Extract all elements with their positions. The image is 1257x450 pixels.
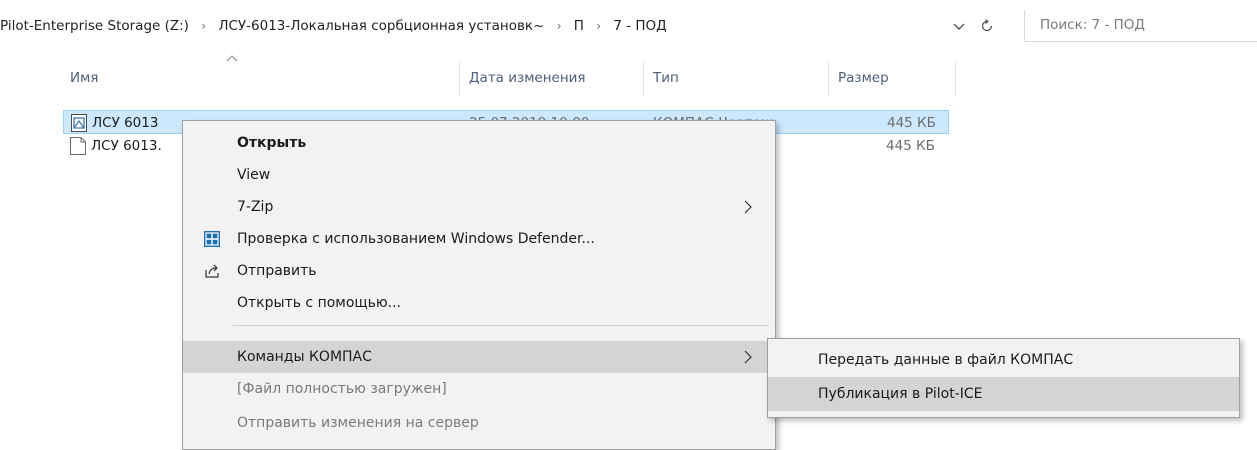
menu-item-label: Отправить изменения на сервер [237, 415, 479, 431]
file-icon [70, 137, 86, 155]
menu-separator [233, 325, 769, 326]
context-menu: Открыть View 7-Zip Проверка с использова… [182, 120, 776, 450]
address-bar[interactable]: Pilot-Enterprise Storage (Z:) › ЛСУ-6013… [0, 14, 667, 38]
column-divider[interactable] [955, 61, 956, 97]
menu-item-share[interactable]: Отправить [183, 255, 775, 287]
column-divider[interactable] [643, 61, 644, 97]
share-icon [205, 264, 219, 278]
breadcrumb-project[interactable]: ЛСУ-6013-Локальная сорбционная установк~ [218, 18, 544, 34]
address-history-dropdown[interactable] [951, 18, 967, 34]
menu-item-label: 7-Zip [237, 199, 274, 215]
menu-item-file-loaded-status: [Файл полностью загружен] [183, 373, 775, 405]
column-header-size[interactable]: Размер [838, 67, 889, 89]
menu-item-open[interactable]: Открыть [183, 127, 775, 159]
menu-item-label: Открыть с помощью... [237, 295, 401, 311]
kompas-submenu: Передать данные в файл КОМПАС Публикация… [767, 338, 1240, 418]
breadcrumb-separator[interactable]: › [557, 19, 562, 33]
file-size: 445 КБ [887, 115, 936, 131]
menu-item-label: Публикация в Pilot-ICE [818, 386, 983, 402]
menu-item-label: [Файл полностью загружен] [237, 381, 447, 397]
column-header-type[interactable]: Тип [653, 67, 679, 89]
column-divider[interactable] [459, 61, 460, 97]
kompas-drawing-icon [71, 114, 87, 132]
menu-item-label: Открыть [237, 135, 307, 151]
breadcrumb-separator[interactable]: › [596, 19, 601, 33]
column-header-date[interactable]: Дата изменения [469, 67, 586, 89]
submenu-item-transfer-to-kompas[interactable]: Передать данные в файл КОМПАС [768, 343, 1239, 377]
search-input[interactable]: Поиск: 7 - ПОД [1024, 10, 1257, 42]
menu-item-label: View [237, 167, 271, 183]
file-name: ЛСУ 6013 [92, 115, 159, 131]
submenu-item-publish-pilot-ice[interactable]: Публикация в Pilot-ICE [768, 377, 1239, 411]
breadcrumb-current[interactable]: 7 - ПОД [613, 18, 666, 34]
menu-item-label: Передать данные в файл КОМПАС [818, 352, 1074, 368]
menu-item-push-changes[interactable]: Отправить изменения на сервер [183, 407, 775, 439]
refresh-icon [981, 19, 993, 32]
windows-defender-icon [204, 231, 220, 247]
menu-item-label: Проверка с использованием Windows Defend… [237, 231, 595, 247]
refresh-button[interactable] [978, 17, 996, 35]
file-size: 445 КБ [886, 138, 935, 154]
search-placeholder: Поиск: 7 - ПОД [1040, 17, 1145, 33]
breadcrumb-storage[interactable]: Pilot-Enterprise Storage (Z:) [0, 18, 189, 34]
menu-item-kompas-commands[interactable]: Команды КОМПАС [183, 341, 775, 373]
menu-item-label: Команды КОМПАС [237, 349, 372, 365]
menu-item-defender-scan[interactable]: Проверка с использованием Windows Defend… [183, 223, 775, 255]
chevron-down-icon [953, 23, 965, 30]
breadcrumb-folder-p[interactable]: П [574, 18, 584, 34]
chevron-right-icon [744, 200, 752, 214]
column-divider[interactable] [828, 61, 829, 97]
chevron-right-icon [744, 350, 752, 364]
menu-item-7zip[interactable]: 7-Zip [183, 191, 775, 223]
menu-item-label: Отправить [237, 263, 317, 279]
breadcrumb-separator[interactable]: › [201, 19, 206, 33]
file-name: ЛСУ 6013. [91, 138, 162, 154]
menu-item-view[interactable]: View [183, 159, 775, 191]
sort-ascending-icon [226, 55, 238, 62]
column-header-name[interactable]: Имя [70, 67, 98, 89]
menu-item-open-with[interactable]: Открыть с помощью... [183, 287, 775, 319]
